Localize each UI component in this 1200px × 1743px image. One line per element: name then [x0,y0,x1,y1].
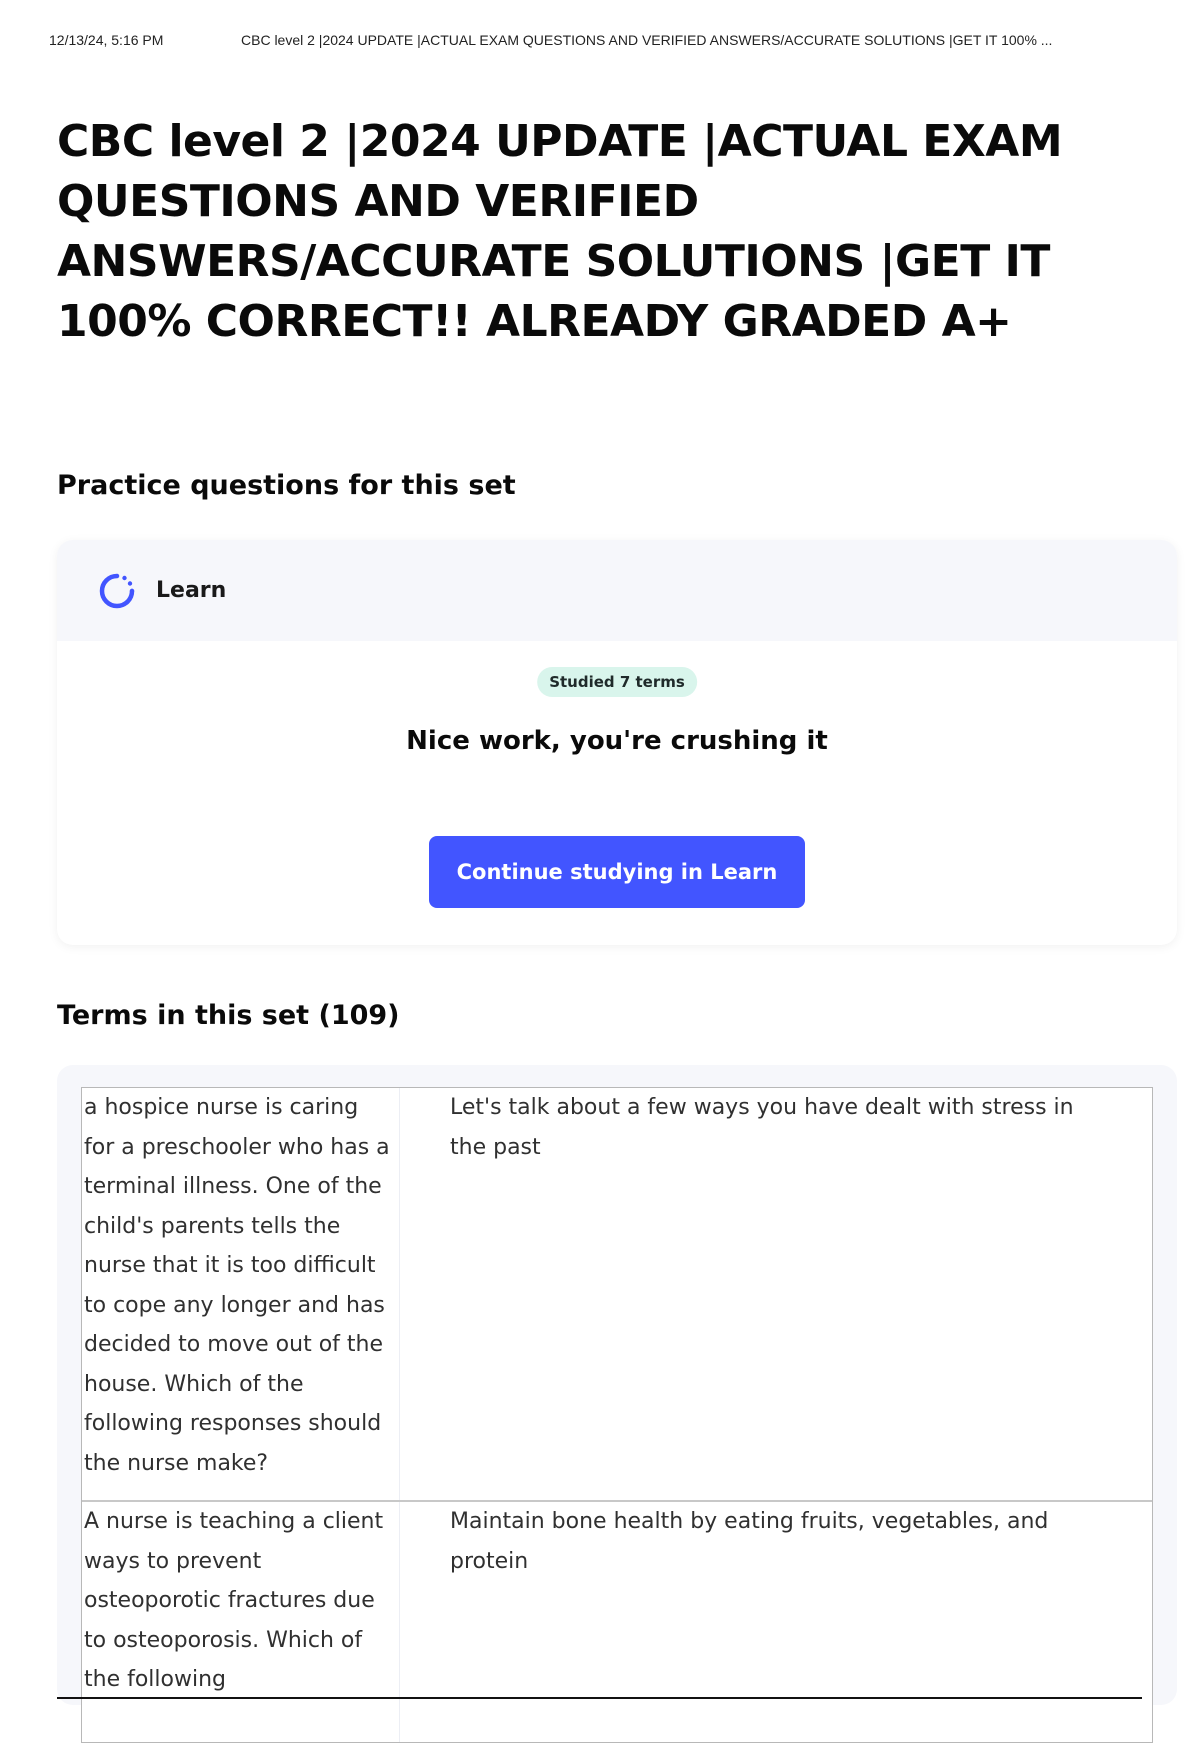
print-datetime: 12/13/24, 5:16 PM [49,32,164,48]
page-bottom-divider [57,1697,1142,1699]
terms-heading: Terms in this set (109) [57,1000,400,1031]
page-title: CBC level 2 |2024 UPDATE |ACTUAL EXAM QU… [57,116,1063,347]
table-row: A nurse is teaching a client ways to pre… [82,1502,1152,1742]
practice-heading: Practice questions for this set [57,470,516,501]
terms-card: a hospice nurse is caring for a preschoo… [57,1065,1177,1743]
learn-card-body: Studied 7 terms Nice work, you're crushi… [57,641,1177,945]
definition-cell: Maintain bone health by eating fruits, v… [450,1509,1049,1574]
studied-badge: Studied 7 terms [537,667,697,697]
print-header: 12/13/24, 5:16 PM CBC level 2 |2024 UPDA… [49,30,1180,50]
progress-message: Nice work, you're crushing it [406,726,828,756]
term-cell: a hospice nurse is caring for a preschoo… [82,1088,400,1500]
learn-progress-icon [99,573,135,608]
definition-cell: Let's talk about a few ways you have dea… [450,1095,1074,1160]
print-page-title: CBC level 2 |2024 UPDATE |ACTUAL EXAM QU… [241,32,1053,48]
table-row: a hospice nurse is caring for a preschoo… [82,1088,1152,1502]
learn-card-header[interactable]: Learn [57,540,1177,641]
continue-learn-button[interactable]: Continue studying in Learn [429,836,805,908]
terms-table: a hospice nurse is caring for a preschoo… [81,1087,1153,1743]
learn-card: Learn Studied 7 terms Nice work, you're … [57,540,1177,945]
learn-label: Learn [156,578,227,603]
term-cell: A nurse is teaching a client ways to pre… [82,1502,400,1742]
